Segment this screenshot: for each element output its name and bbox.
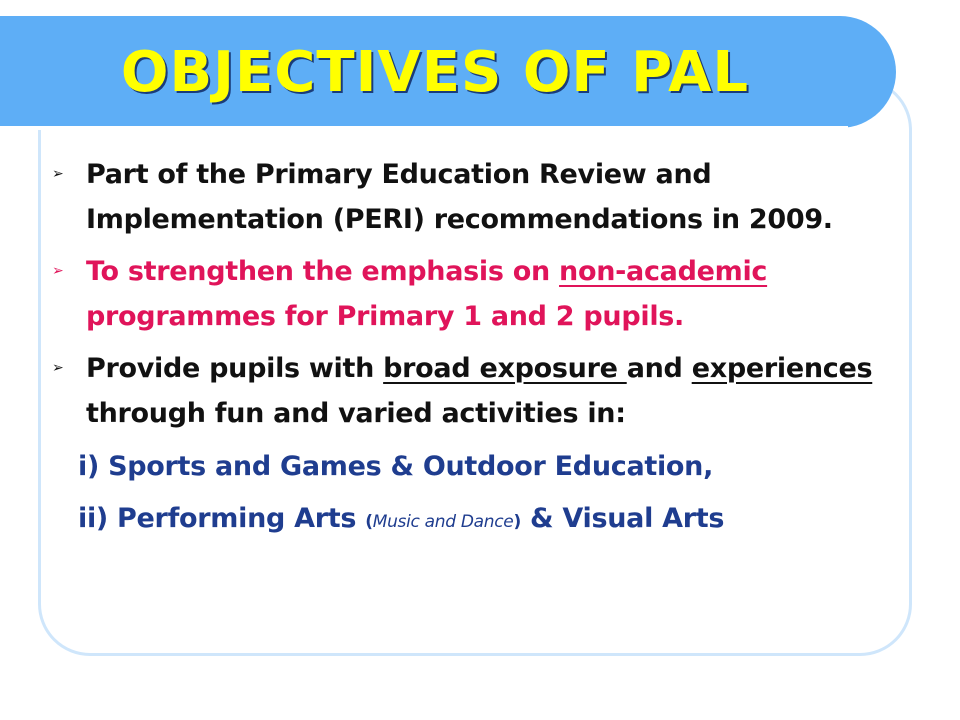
bullet-text: To strengthen the emphasis on bbox=[86, 256, 560, 287]
arrow-bullet-icon: ➢ bbox=[52, 360, 64, 376]
arrow-bullet-icon: ➢ bbox=[52, 166, 64, 182]
underlined-term: broad exposure bbox=[383, 353, 627, 384]
paren-close: ) bbox=[513, 512, 521, 532]
subitem-arts: ii) Performing Arts (Music and Dance) & … bbox=[48, 493, 904, 548]
underlined-term: experiences bbox=[691, 353, 873, 384]
bullet-text: Provide pupils with bbox=[86, 353, 384, 384]
underlined-term: non-academic bbox=[559, 256, 768, 287]
bullet-peri: ➢ Part of the Primary Education Review a… bbox=[48, 152, 904, 242]
bullet-text: and bbox=[626, 353, 692, 384]
subitem-sports: i) Sports and Games & Outdoor Education, bbox=[78, 451, 714, 482]
bullet-text: programmes for Primary 1 and 2 pupils. bbox=[86, 301, 684, 332]
subitem-text: ii) Performing Arts bbox=[78, 503, 366, 534]
bullet-text: through fun and varied activities in: bbox=[86, 398, 626, 429]
paren-open: ( bbox=[365, 512, 373, 532]
subitem-note: Music and Dance bbox=[372, 512, 514, 532]
bullet-text: Part of the Primary Education Review and… bbox=[86, 159, 833, 235]
arrow-bullet-icon: ➢ bbox=[52, 263, 64, 279]
bullet-broad-exposure: ➢ Provide pupils with broad exposure and… bbox=[48, 346, 904, 436]
slide-title: OBJECTIVES OF PAL bbox=[120, 39, 750, 105]
bullet-non-academic: ➢ To strengthen the emphasis on non-acad… bbox=[48, 249, 904, 339]
subitem-text: & Visual Arts bbox=[520, 503, 725, 534]
slide-body: ➢ Part of the Primary Education Review a… bbox=[48, 152, 904, 548]
